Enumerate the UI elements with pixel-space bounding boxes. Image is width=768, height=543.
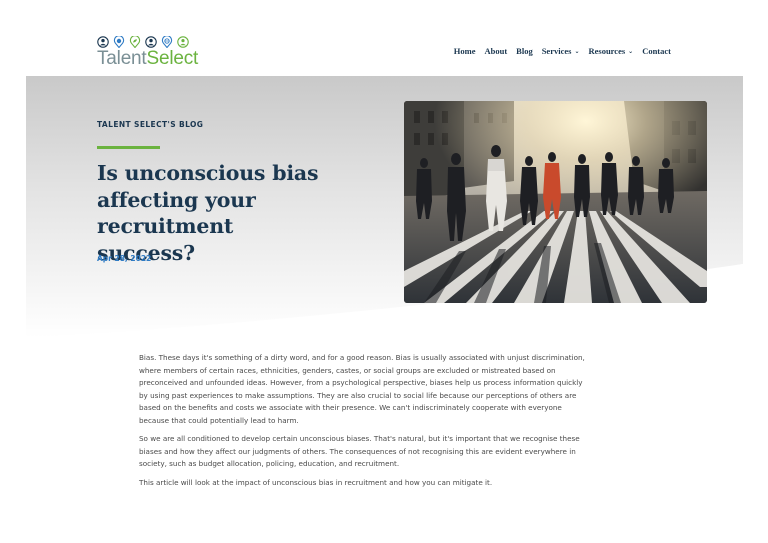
post-title: Is unconscious bias affecting your recru… — [97, 161, 319, 265]
article-paragraph: Bias. These days it's something of a dir… — [139, 353, 585, 425]
article-paragraph: So we are all conditioned to develop cer… — [139, 434, 580, 469]
blog-hero: TALENT SELECT'S BLOG Is unconscious bias… — [26, 76, 743, 338]
nav-services-label: Services — [541, 46, 572, 56]
nav-services[interactable]: Services ⌄ — [542, 46, 580, 56]
nav-contact-label: Contact — [642, 46, 671, 56]
nav-about[interactable]: About — [484, 46, 507, 56]
logo-text-select: Select — [146, 48, 199, 69]
site-header: TalentSelect Home About Blog Services ⌄ R… — [0, 0, 768, 76]
talent-select-logo[interactable]: TalentSelect — [97, 36, 207, 70]
blog-eyebrow[interactable]: TALENT SELECT'S BLOG — [97, 120, 203, 129]
person-icon — [145, 36, 157, 48]
person-icon — [97, 36, 109, 48]
main-nav: Home About Blog Services ⌄ Resources ⌄ Con… — [445, 44, 671, 58]
leaf-pin-icon — [129, 36, 141, 48]
chevron-down-icon: ⌄ — [628, 47, 634, 55]
logo-text-talent: Talent — [97, 48, 147, 69]
article-paragraph: This article will look at the impact of … — [139, 477, 493, 487]
nav-contact[interactable]: Contact — [642, 46, 671, 56]
person-pin-icon — [177, 36, 189, 48]
nav-blog-label: Blog — [516, 46, 533, 56]
nav-home[interactable]: Home — [454, 46, 476, 56]
nav-blog[interactable]: Blog — [516, 46, 533, 56]
nav-about-label: About — [484, 46, 508, 56]
nav-home-label: Home — [453, 46, 476, 56]
globe-pin-icon — [113, 36, 125, 48]
chevron-down-icon: ⌄ — [574, 47, 580, 55]
globe-pin-icon — [161, 36, 173, 48]
accent-divider — [97, 146, 160, 149]
nav-resources-label: Resources — [588, 46, 626, 56]
article-body: Bias. These days it's something of a dir… — [139, 352, 587, 495]
post-date: Apr 28, 2022 — [97, 254, 152, 263]
logo-wordmark: TalentSelect — [97, 49, 198, 69]
crowd-crossing-street-photo — [404, 101, 707, 303]
logo-icon-row — [97, 36, 207, 48]
nav-resources[interactable]: Resources ⌄ — [588, 46, 633, 56]
